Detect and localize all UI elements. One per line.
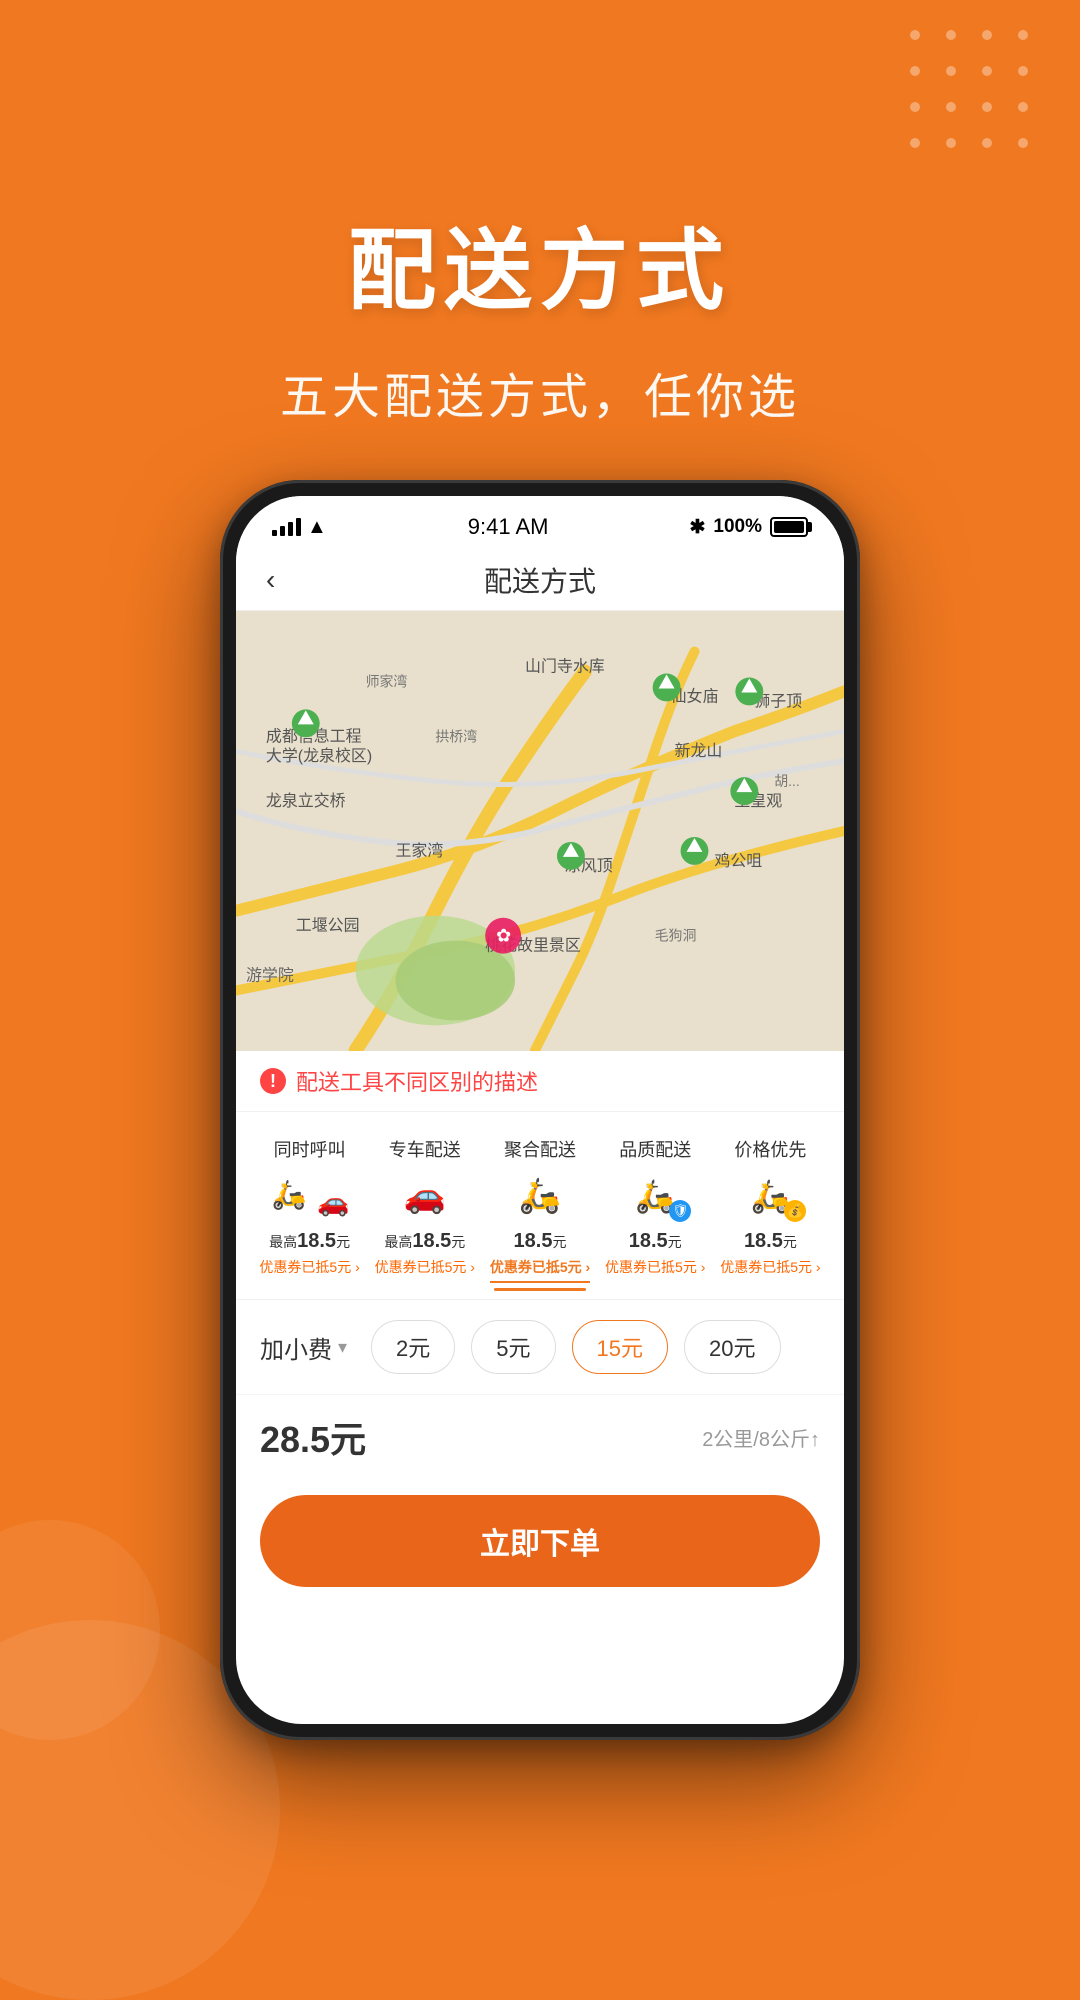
- status-right: ✱ 100%: [689, 516, 808, 539]
- warning-text: 配送工具不同区别的描述: [296, 1065, 538, 1097]
- total-price: 28.5元: [260, 1411, 366, 1463]
- option-4-price: 18.5元: [629, 1230, 682, 1253]
- map-view[interactable]: 成都信息工程 大学(龙泉校区) 龙泉立交桥 山门寺水库 仙女庙 狮子顶 新龙山 …: [236, 611, 844, 1051]
- phone-body: ▲ 9:41 AM ✱ 100% ‹ 配送方式: [220, 480, 860, 1740]
- option-1-icon: 🛵 🚗: [270, 1170, 350, 1222]
- svg-text:新龙山: 新龙山: [675, 742, 723, 760]
- option-2-name: 专车配送: [389, 1136, 461, 1162]
- svg-text:胡...: 胡...: [774, 773, 800, 789]
- option-aggregate[interactable]: 聚合配送 🛵 18.5元 优惠券已抵5元 ›: [482, 1136, 597, 1283]
- option-3-coupon: 优惠券已抵5元 ›: [490, 1257, 590, 1283]
- svg-text:王家湾: 王家湾: [395, 842, 443, 860]
- svg-text:师家湾: 师家湾: [366, 673, 408, 689]
- bluetooth-icon: ✱: [689, 516, 705, 539]
- svg-text:✿: ✿: [496, 926, 511, 946]
- option-5-price: 18.5元: [744, 1230, 797, 1253]
- svg-text:龙泉立交桥: 龙泉立交桥: [266, 792, 346, 810]
- svg-text:工堰公园: 工堰公园: [296, 917, 360, 935]
- option-5-name: 价格优先: [734, 1136, 806, 1162]
- option-2-price: 最高18.5元: [384, 1230, 465, 1253]
- svg-text:大学(龙泉校区): 大学(龙泉校区): [266, 747, 372, 765]
- status-bar: ▲ 9:41 AM ✱ 100%: [236, 496, 844, 550]
- status-left: ▲: [272, 516, 327, 539]
- nav-bar: ‹ 配送方式: [236, 550, 844, 611]
- svg-text:游学院: 游学院: [246, 966, 294, 985]
- svg-text:毛狗洞: 毛狗洞: [655, 928, 697, 944]
- option-4-name: 品质配送: [619, 1136, 691, 1162]
- total-row: 28.5元 2公里/8公斤↑: [236, 1395, 844, 1479]
- fee-chip-5[interactable]: 5元: [471, 1320, 555, 1374]
- option-simultaneous[interactable]: 同时呼叫 🛵 🚗 最高18.5元 优惠券已抵5元 ›: [252, 1136, 367, 1283]
- option-4-coupon: 优惠券已抵5元 ›: [605, 1257, 705, 1277]
- option-1-price: 最高18.5元: [269, 1230, 350, 1253]
- option-4-icon: 🛵 🛡: [615, 1170, 695, 1222]
- option-quality[interactable]: 品质配送 🛵 🛡 18.5元 优惠券已抵5元 ›: [598, 1136, 713, 1283]
- svg-text:鸡公咀: 鸡公咀: [714, 852, 762, 870]
- option-5-icon: 🛵 💰: [730, 1170, 810, 1222]
- map-svg: 成都信息工程 大学(龙泉校区) 龙泉立交桥 山门寺水库 仙女庙 狮子顶 新龙山 …: [236, 611, 844, 1051]
- phone-mockup: ▲ 9:41 AM ✱ 100% ‹ 配送方式: [220, 480, 860, 1740]
- page-title: 配送方式: [0, 200, 1080, 327]
- phone-screen: ▲ 9:41 AM ✱ 100% ‹ 配送方式: [236, 496, 844, 1724]
- signal-icon: [272, 518, 301, 536]
- option-2-coupon: 优惠券已抵5元 ›: [375, 1257, 475, 1277]
- dropdown-arrow-icon[interactable]: ▾: [338, 1337, 347, 1358]
- fee-chips: 2元 5元 15元 20元: [371, 1320, 780, 1374]
- battery-icon: [770, 517, 808, 537]
- option-5-coupon: 优惠券已抵5元 ›: [720, 1257, 820, 1277]
- extra-fee-label: 加小费 ▾: [260, 1330, 347, 1365]
- total-info: 2公里/8公斤↑: [702, 1423, 820, 1452]
- option-3-price: 18.5元: [514, 1230, 567, 1253]
- header-section: 配送方式 五大配送方式，任你选: [0, 0, 1080, 427]
- option-1-coupon: 优惠券已抵5元 ›: [259, 1257, 359, 1277]
- status-time: 9:41 AM: [468, 514, 549, 540]
- fee-chip-2[interactable]: 2元: [371, 1320, 455, 1374]
- svg-text:拱桥湾: 拱桥湾: [435, 728, 477, 744]
- option-2-icon: 🚗: [385, 1170, 465, 1222]
- back-button[interactable]: ‹: [266, 564, 275, 596]
- option-price-first[interactable]: 价格优先 🛵 💰 18.5元 优惠券已抵5元 ›: [713, 1136, 828, 1283]
- wifi-icon: ▲: [307, 516, 327, 539]
- nav-title: 配送方式: [484, 560, 596, 600]
- bg-circle-2: [0, 1520, 160, 1740]
- option-dedicated-car[interactable]: 专车配送 🚗 最高18.5元 优惠券已抵5元 ›: [367, 1136, 482, 1283]
- options-row: 同时呼叫 🛵 🚗 最高18.5元 优惠券已抵5元 › 专车配送: [252, 1136, 828, 1283]
- page-subtitle: 五大配送方式，任你选: [0, 357, 1080, 427]
- option-1-name: 同时呼叫: [274, 1136, 346, 1162]
- fee-chip-20[interactable]: 20元: [684, 1320, 780, 1374]
- delivery-options: 同时呼叫 🛵 🚗 最高18.5元 优惠券已抵5元 › 专车配送: [236, 1112, 844, 1300]
- option-3-name: 聚合配送: [504, 1136, 576, 1162]
- fee-chip-15[interactable]: 15元: [572, 1320, 668, 1374]
- battery-percent: 100%: [713, 516, 762, 538]
- warning-icon: !: [260, 1068, 286, 1094]
- svg-text:山门寺水库: 山门寺水库: [525, 658, 605, 676]
- warning-bar: ! 配送工具不同区别的描述: [236, 1051, 844, 1112]
- extra-fee-row: 加小费 ▾ 2元 5元 15元 20元: [236, 1300, 844, 1395]
- option-3-icon: 🛵: [500, 1170, 580, 1222]
- order-button[interactable]: 立即下单: [260, 1495, 820, 1587]
